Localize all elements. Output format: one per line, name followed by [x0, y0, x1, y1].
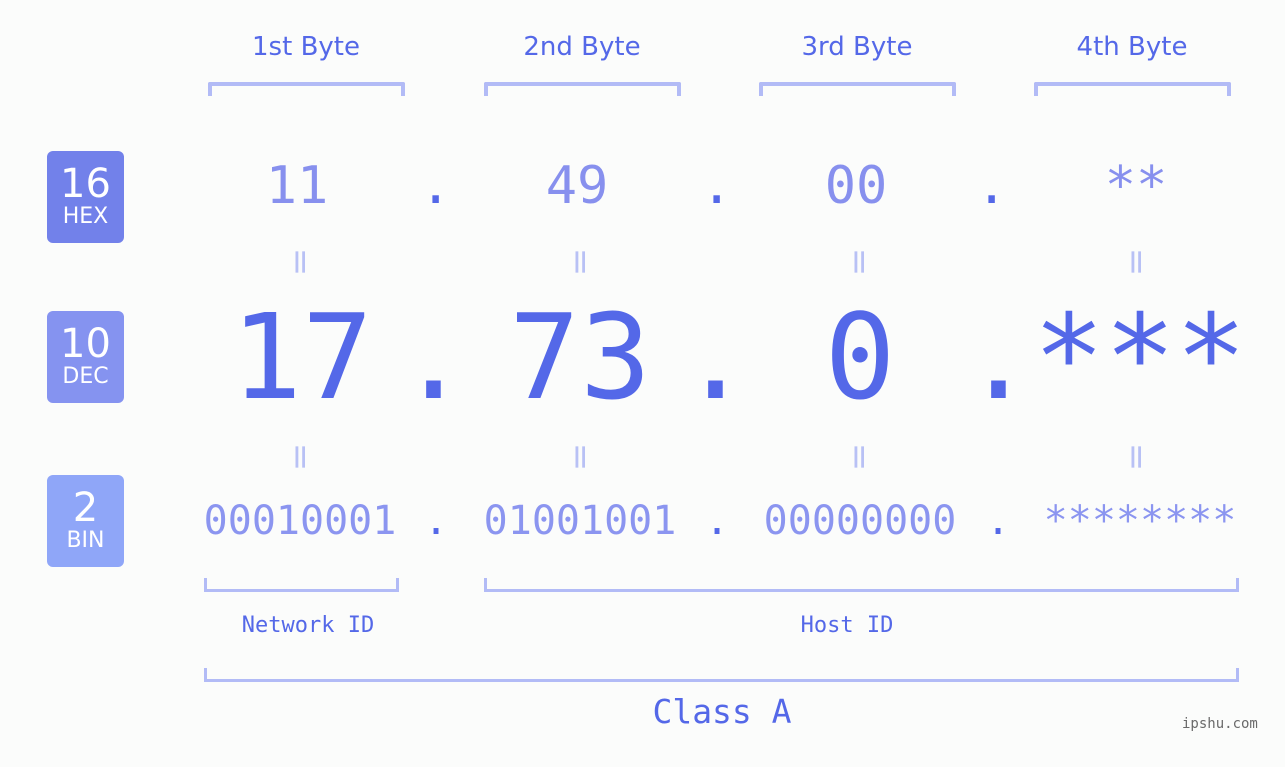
- watermark: ipshu.com: [1182, 716, 1258, 732]
- bin-octet-4: ********: [1043, 498, 1237, 544]
- bin-base: 2: [72, 485, 99, 531]
- hex-separator: .: [420, 156, 452, 216]
- hex-base: 16: [60, 161, 111, 207]
- dec-separator: .: [963, 288, 1035, 426]
- dec-separator: .: [398, 288, 470, 426]
- byte-bracket-1: [208, 82, 405, 96]
- class-label: Class A: [652, 692, 792, 731]
- hex-octet-4: **: [1104, 156, 1168, 216]
- host-id-bracket: [484, 578, 1239, 592]
- hex-badge: 16 HEX: [47, 151, 124, 243]
- bin-separator: .: [705, 498, 730, 544]
- dec-octet-1: 17: [230, 288, 374, 426]
- byte-bracket-3: [759, 82, 956, 96]
- bin-separator: .: [424, 498, 449, 544]
- bin-octet-3: 00000000: [763, 498, 957, 544]
- byte-header-1: 1st Byte: [252, 32, 360, 62]
- class-bracket: [204, 668, 1239, 682]
- network-id-label: Network ID: [241, 613, 375, 638]
- equals-sign: =: [1116, 247, 1156, 277]
- hex-label: HEX: [62, 204, 109, 229]
- host-id-label: Host ID: [800, 613, 894, 638]
- equals-sign: =: [280, 247, 320, 277]
- equals-sign: =: [839, 247, 879, 277]
- hex-octet-1: 11: [265, 156, 329, 216]
- equals-sign: =: [560, 247, 600, 277]
- bin-badge: 2 BIN: [47, 475, 124, 567]
- dec-separator: .: [680, 288, 752, 426]
- bin-separator: .: [986, 498, 1011, 544]
- equals-sign: =: [839, 442, 879, 472]
- byte-header-3: 3rd Byte: [801, 32, 913, 62]
- byte-bracket-4: [1034, 82, 1231, 96]
- bin-octet-2: 01001001: [483, 498, 677, 544]
- dec-octet-4: ***: [1033, 288, 1247, 426]
- bin-octet-1: 00010001: [203, 498, 397, 544]
- dec-octet-3: 0: [824, 288, 896, 426]
- hex-octet-3: 00: [824, 156, 888, 216]
- byte-bracket-2: [484, 82, 681, 96]
- byte-header-4: 4th Byte: [1076, 32, 1188, 62]
- dec-base: 10: [60, 321, 111, 367]
- dec-octet-2: 73: [508, 288, 652, 426]
- equals-sign: =: [280, 442, 320, 472]
- hex-octet-2: 49: [545, 156, 609, 216]
- hex-separator: .: [976, 156, 1008, 216]
- bin-label: BIN: [66, 528, 105, 553]
- equals-sign: =: [560, 442, 600, 472]
- dec-badge: 10 DEC: [47, 311, 124, 403]
- network-id-bracket: [204, 578, 399, 592]
- equals-sign: =: [1116, 442, 1156, 472]
- dec-label: DEC: [62, 364, 109, 389]
- hex-separator: .: [701, 156, 733, 216]
- byte-header-2: 2nd Byte: [523, 32, 641, 62]
